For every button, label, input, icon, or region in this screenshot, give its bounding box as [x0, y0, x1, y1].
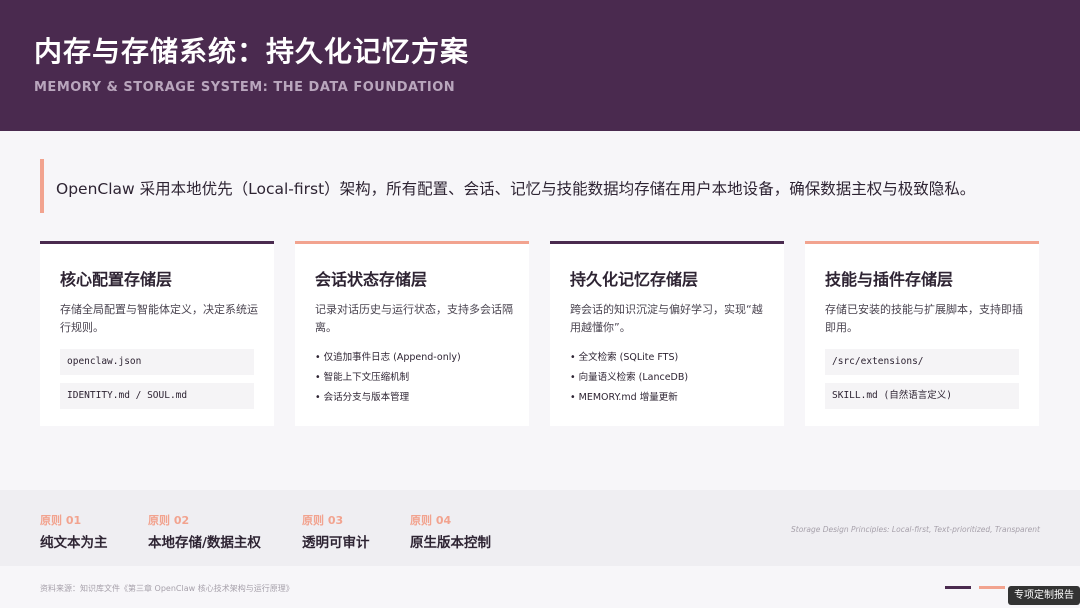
list-item: MEMORY.md 增量更新	[570, 388, 688, 408]
principle-number: 原则 04	[410, 514, 452, 527]
intro-callout: OpenClaw 采用本地优先（Local-first）架构，所有配置、会话、记…	[40, 159, 1040, 213]
card-title: 会话状态存储层	[315, 270, 428, 289]
card-description: 跨会话的知识沉淀与偏好学习，实现“越用越懂你”。	[570, 303, 763, 334]
list-item: 向量语义检索 (LanceDB)	[570, 368, 688, 388]
card-title: 核心配置存储层	[60, 270, 173, 289]
principles-band: 原则 01 纯文本为主 原则 02 本地存储/数据主权 原则 03 透明可审计 …	[0, 490, 1080, 566]
code-chip: openclaw.json	[60, 349, 254, 375]
list-item: 会话分支与版本管理	[315, 388, 461, 408]
principle-text: 本地存储/数据主权	[148, 535, 261, 551]
principle-item: 原则 02 本地存储/数据主权	[148, 512, 261, 551]
source-citation: 资料来源：知识库文件《第三章 OpenClaw 核心技术架构与运行原理》	[40, 584, 294, 593]
card-description: 记录对话历史与运行状态，支持多会话隔离。	[315, 303, 513, 334]
principle-item: 原则 03 透明可审计	[302, 512, 370, 551]
feature-list: 仅追加事件日志 (Append-only) 智能上下文压缩机制 会话分支与版本管…	[315, 348, 461, 408]
principle-text: 原生版本控制	[410, 535, 491, 551]
code-chip: IDENTITY.md / SOUL.md	[60, 383, 254, 409]
feature-list: 全文检索 (SQLite FTS) 向量语义检索 (LanceDB) MEMOR…	[570, 348, 688, 408]
card-skills-plugins: 技能与插件存储层 存储已安装的技能与扩展脚本，支持即插即用。 /src/exte…	[805, 241, 1039, 426]
card-core-config: 核心配置存储层 存储全局配置与智能体定义，决定系统运行规则。 openclaw.…	[40, 241, 274, 426]
page-indicator-bar	[945, 586, 971, 589]
principle-item: 原则 04 原生版本控制	[410, 512, 491, 551]
card-persistent-memory: 持久化记忆存储层 跨会话的知识沉淀与偏好学习，实现“越用越懂你”。 全文检索 (…	[550, 241, 784, 426]
header: 内存与存储系统：持久化记忆方案 MEMORY & STORAGE SYSTEM:…	[0, 0, 1080, 131]
card-title: 持久化记忆存储层	[570, 270, 699, 289]
principle-item: 原则 01 纯文本为主	[40, 512, 108, 551]
list-item: 全文检索 (SQLite FTS)	[570, 348, 688, 368]
list-item: 仅追加事件日志 (Append-only)	[315, 348, 461, 368]
card-session-state: 会话状态存储层 记录对话历史与运行状态，支持多会话隔离。 仅追加事件日志 (Ap…	[295, 241, 529, 426]
page-subtitle: MEMORY & STORAGE SYSTEM: THE DATA FOUNDA…	[34, 80, 456, 95]
principles-note: Storage Design Principles: Local-first, …	[791, 525, 1040, 534]
card-description: 存储全局配置与智能体定义，决定系统运行规则。	[60, 303, 258, 334]
card-title: 技能与插件存储层	[825, 270, 954, 289]
page-indicator-bar-accent	[979, 586, 1005, 589]
principle-text: 纯文本为主	[40, 535, 108, 551]
intro-text: OpenClaw 采用本地优先（Local-first）架构，所有配置、会话、记…	[56, 180, 976, 198]
watermark-badge: 专项定制报告	[1008, 586, 1080, 605]
code-chip: /src/extensions/	[825, 349, 1019, 375]
principle-text: 透明可审计	[302, 535, 370, 551]
code-chip: SKILL.md (自然语言定义)	[825, 383, 1019, 409]
page-title: 内存与存储系统：持久化记忆方案	[34, 35, 470, 68]
card-description: 存储已安装的技能与扩展脚本，支持即插即用。	[825, 303, 1023, 334]
principle-number: 原则 01	[40, 514, 82, 527]
principle-number: 原则 03	[302, 514, 344, 527]
list-item: 智能上下文压缩机制	[315, 368, 461, 388]
principle-number: 原则 02	[148, 514, 190, 527]
